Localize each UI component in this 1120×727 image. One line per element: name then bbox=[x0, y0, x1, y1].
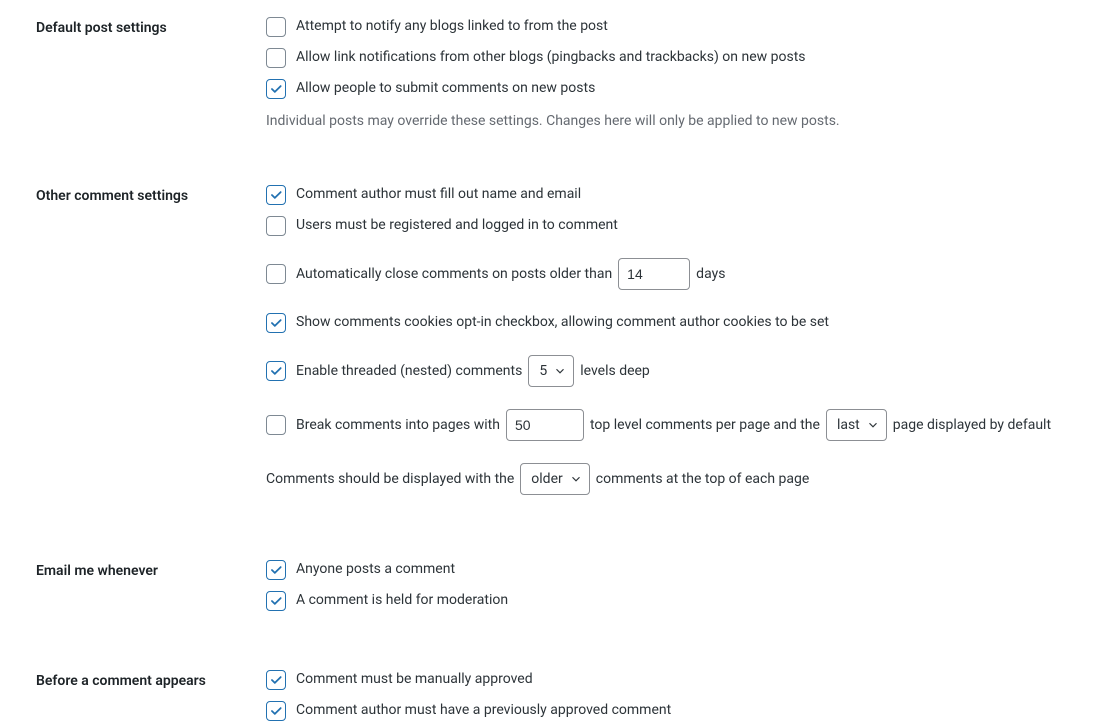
default-page-select[interactable]: last bbox=[826, 409, 887, 441]
auto-close-label-after: days bbox=[696, 264, 725, 285]
comments-per-page-input[interactable] bbox=[506, 409, 584, 441]
email-moderation-checkbox[interactable] bbox=[266, 591, 286, 611]
chevron-down-icon bbox=[569, 472, 583, 486]
paginate-checkbox[interactable] bbox=[266, 415, 286, 435]
trackback-checkbox[interactable] bbox=[266, 48, 286, 68]
section-heading-before-appears: Before a comment appears bbox=[0, 637, 266, 727]
threaded-checkbox[interactable] bbox=[266, 361, 286, 381]
chevron-down-icon bbox=[553, 364, 567, 378]
discussion-settings-table: Default post settings Attempt to notify … bbox=[0, 0, 1120, 727]
require-registration-label[interactable]: Users must be registered and logged in t… bbox=[296, 215, 618, 236]
paginate-label-after: page displayed by default bbox=[893, 415, 1051, 436]
cookies-optin-label[interactable]: Show comments cookies opt-in checkbox, a… bbox=[296, 312, 829, 333]
threaded-label-before[interactable]: Enable threaded (nested) comments bbox=[296, 361, 522, 382]
section-heading-other-comment: Other comment settings bbox=[0, 152, 266, 527]
threaded-levels-select[interactable]: 5 bbox=[528, 355, 574, 387]
allow-comments-label[interactable]: Allow people to submit comments on new p… bbox=[296, 78, 595, 99]
require-registration-checkbox[interactable] bbox=[266, 216, 286, 236]
chevron-down-icon bbox=[866, 418, 880, 432]
cookies-optin-checkbox[interactable] bbox=[266, 313, 286, 333]
require-name-email-label[interactable]: Comment author must fill out name and em… bbox=[296, 184, 581, 205]
manual-approve-label[interactable]: Comment must be manually approved bbox=[296, 669, 533, 690]
manual-approve-checkbox[interactable] bbox=[266, 670, 286, 690]
auto-close-label-before[interactable]: Automatically close comments on posts ol… bbox=[296, 264, 612, 285]
order-label-after: comments at the top of each page bbox=[596, 469, 810, 490]
threaded-levels-value: 5 bbox=[539, 361, 547, 382]
email-new-comment-checkbox[interactable] bbox=[266, 560, 286, 580]
prev-approved-label[interactable]: Comment author must have a previously ap… bbox=[296, 700, 671, 721]
email-moderation-label[interactable]: A comment is held for moderation bbox=[296, 590, 508, 611]
comment-order-value: older bbox=[531, 469, 562, 490]
default-post-help-text: Individual posts may override these sett… bbox=[266, 111, 1090, 132]
auto-close-days-input[interactable] bbox=[618, 258, 690, 290]
pingback-checkbox[interactable] bbox=[266, 17, 286, 37]
trackback-label[interactable]: Allow link notifications from other blog… bbox=[296, 47, 806, 68]
threaded-label-after: levels deep bbox=[580, 361, 650, 382]
order-label-before: Comments should be displayed with the bbox=[266, 469, 514, 490]
paginate-label-mid: top level comments per page and the bbox=[590, 415, 820, 436]
paginate-label-before[interactable]: Break comments into pages with bbox=[296, 415, 500, 436]
require-name-email-checkbox[interactable] bbox=[266, 185, 286, 205]
pingback-label[interactable]: Attempt to notify any blogs linked to fr… bbox=[296, 16, 608, 37]
email-new-comment-label[interactable]: Anyone posts a comment bbox=[296, 559, 455, 580]
default-page-value: last bbox=[837, 415, 860, 436]
comment-order-select[interactable]: older bbox=[520, 463, 589, 495]
section-heading-default-post: Default post settings bbox=[0, 0, 266, 152]
allow-comments-checkbox[interactable] bbox=[266, 79, 286, 99]
section-heading-email-me: Email me whenever bbox=[0, 527, 266, 637]
auto-close-checkbox[interactable] bbox=[266, 264, 286, 284]
prev-approved-checkbox[interactable] bbox=[266, 701, 286, 721]
